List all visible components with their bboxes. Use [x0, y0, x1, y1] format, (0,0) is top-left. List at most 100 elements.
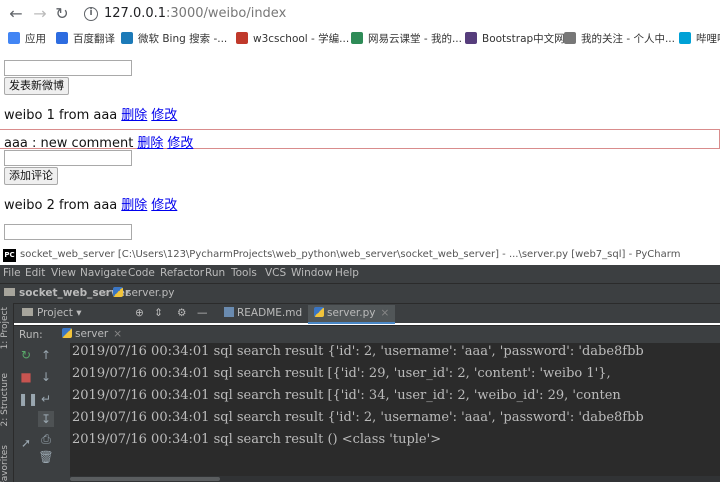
run-toolbar: ↻ ↑ ■ ↓ ❚❚ ↵ ↧ ⎙ ➚ 🗑	[14, 343, 70, 482]
project-folder-icon	[22, 308, 33, 316]
weibo-text: weibo 1 from aaa	[4, 108, 118, 123]
bookmark-netease-study[interactable]: 网易云课堂 - 我的...	[351, 31, 462, 47]
info-icon[interactable]: i	[84, 7, 98, 21]
comment-text: aaa : new comment	[4, 136, 134, 151]
page-content: 发表新微博 weibo 1 from aaa 删除 修改 aaa : new com…	[0, 52, 720, 244]
bing-icon	[121, 32, 133, 44]
reload-icon[interactable]: ↻	[52, 4, 72, 24]
weibo-item: weibo 1 from aaa 删除 修改	[4, 104, 177, 123]
bilibili-icon	[679, 32, 691, 44]
scroll-to-end-icon[interactable]: ↧	[38, 411, 54, 427]
browser-chrome: ← → ↻ i 127.0.0.1:3000/weibo/index 应用 百度…	[0, 0, 720, 52]
breadcrumb-project[interactable]: socket_web_server	[4, 287, 130, 299]
weibo-text: weibo 2 from aaa	[4, 198, 118, 213]
breadcrumb-file[interactable]: server.py	[113, 287, 175, 299]
tab-readme[interactable]: README.md×	[218, 305, 322, 324]
menu-file[interactable]: File	[3, 267, 21, 279]
menu-view[interactable]: View	[51, 267, 76, 279]
bootstrap-icon	[465, 32, 477, 44]
edit-comment-link[interactable]: 修改	[167, 136, 193, 151]
delete-weibo-link[interactable]: 删除	[121, 198, 147, 213]
pin-icon[interactable]: ➚	[18, 435, 34, 451]
console-line: 2019/07/16 00:34:01 sql search result {'…	[72, 410, 644, 425]
netease-icon	[351, 32, 363, 44]
navigation-bar: socket_web_server › server.py	[0, 283, 720, 303]
menu-code[interactable]: Code	[128, 267, 155, 279]
python-file-icon	[113, 287, 123, 297]
bookmark-baidu-translate[interactable]: 百度翻译	[56, 31, 115, 47]
run-label: Run:	[19, 329, 43, 341]
tool-window-header: Project ▾ ⊕ ⇕ ⚙ — README.md× server.py×	[0, 303, 720, 324]
bookmark-apps[interactable]: 应用	[8, 31, 46, 47]
side-tab-project[interactable]: 1: Project	[0, 307, 14, 349]
console-line: 2019/07/16 00:34:01 sql search result {'…	[72, 344, 644, 359]
address-bar[interactable]: i 127.0.0.1:3000/weibo/index	[78, 3, 720, 25]
delete-weibo-link[interactable]: 删除	[121, 108, 147, 123]
locate-icon[interactable]: ⊕	[135, 307, 144, 319]
console-line: 2019/07/16 00:34:01 sql search result [{…	[72, 388, 621, 403]
run-console[interactable]: 2019/07/16 00:34:01 sql search result {'…	[70, 343, 720, 482]
pycharm-logo-icon: PC	[3, 249, 16, 262]
console-line: 2019/07/16 00:34:01 sql search result [{…	[72, 366, 611, 381]
comment-input[interactable]	[4, 150, 132, 166]
soft-wrap-icon[interactable]: ↵	[38, 391, 54, 407]
python-file-icon	[314, 307, 324, 317]
collapse-icon[interactable]: ⇕	[154, 307, 163, 319]
bookmark-bilibili[interactable]: 哔哩哔	[679, 31, 720, 47]
menu-navigate[interactable]: Navigate	[80, 267, 127, 279]
bookmark-bootstrap[interactable]: Bootstrap中文网	[465, 31, 565, 47]
side-tab-structure[interactable]: 2: Structure	[0, 373, 14, 427]
menu-vcs[interactable]: VCS	[265, 267, 286, 279]
bookmark-w3cschool[interactable]: w3cschool - 学编...	[236, 31, 349, 47]
side-tab-favorites[interactable]: Favorites	[0, 445, 14, 482]
add-comment-button[interactable]: 添加评论	[4, 167, 58, 185]
edit-weibo-link[interactable]: 修改	[151, 198, 177, 213]
pause-icon[interactable]: ❚❚	[18, 391, 38, 407]
edit-weibo-link[interactable]: 修改	[151, 108, 177, 123]
menu-bar: File Edit View Navigate Code Refactor Ru…	[0, 265, 720, 283]
weibo-item: weibo 2 from aaa 删除 修改	[4, 194, 177, 213]
hide-icon[interactable]: —	[197, 307, 208, 319]
menu-refactor[interactable]: Refactor	[160, 267, 204, 279]
close-icon[interactable]: ×	[113, 328, 122, 340]
menu-tools[interactable]: Tools	[231, 267, 257, 279]
breadcrumb-separator: ›	[104, 287, 109, 299]
folder-icon	[4, 288, 15, 296]
delete-comment-link[interactable]: 删除	[137, 136, 163, 151]
settings-gear-icon[interactable]: ⚙	[177, 307, 186, 319]
left-tool-strip: 1: Project 2: Structure Favorites	[0, 303, 14, 482]
menu-edit[interactable]: Edit	[25, 267, 45, 279]
bookmarks-bar: 应用 百度翻译 微软 Bing 搜索 -... w3cschool - 学编..…	[0, 28, 720, 50]
menu-run[interactable]: Run	[205, 267, 225, 279]
back-icon[interactable]: ←	[6, 4, 26, 24]
bookmark-bing[interactable]: 微软 Bing 搜索 -...	[121, 31, 227, 47]
menu-window[interactable]: Window	[291, 267, 332, 279]
stop-icon[interactable]: ■	[18, 369, 34, 385]
tab-server-py[interactable]: server.py ×	[308, 305, 396, 324]
forward-icon[interactable]: →	[30, 4, 50, 24]
python-run-icon	[62, 328, 72, 338]
print-icon[interactable]: ⎙	[38, 431, 54, 447]
bookmark-my-follow[interactable]: 我的关注 - 个人中...	[564, 31, 675, 47]
url-text[interactable]: 127.0.0.1:3000/weibo/index	[104, 6, 286, 21]
horizontal-scrollbar[interactable]	[70, 476, 720, 482]
menu-help[interactable]: Help	[335, 267, 359, 279]
follow-icon	[564, 32, 576, 44]
publish-weibo-button[interactable]: 发表新微博	[4, 77, 69, 95]
scroll-up-icon[interactable]: ↑	[38, 347, 54, 363]
weibo-input[interactable]	[4, 224, 132, 240]
comment-item: aaa : new comment 删除 修改	[4, 132, 193, 151]
scrollbar-thumb[interactable]	[70, 477, 220, 481]
pycharm-title-bar: PC socket_web_server [C:\Users\123\Pycha…	[0, 247, 720, 265]
w3cschool-icon	[236, 32, 248, 44]
project-dropdown[interactable]: Project ▾	[22, 307, 82, 319]
window-title: socket_web_server [C:\Users\123\PycharmP…	[20, 249, 681, 260]
rerun-icon[interactable]: ↻	[18, 347, 34, 363]
close-icon[interactable]: ×	[381, 307, 390, 319]
markdown-file-icon	[224, 307, 234, 317]
scroll-down-icon[interactable]: ↓	[38, 369, 54, 385]
console-line: 2019/07/16 00:34:01 sql search result ()…	[72, 432, 442, 447]
weibo-input[interactable]	[4, 60, 132, 76]
run-tab-server[interactable]: server ×	[62, 328, 122, 340]
trash-icon[interactable]: 🗑	[38, 449, 54, 465]
